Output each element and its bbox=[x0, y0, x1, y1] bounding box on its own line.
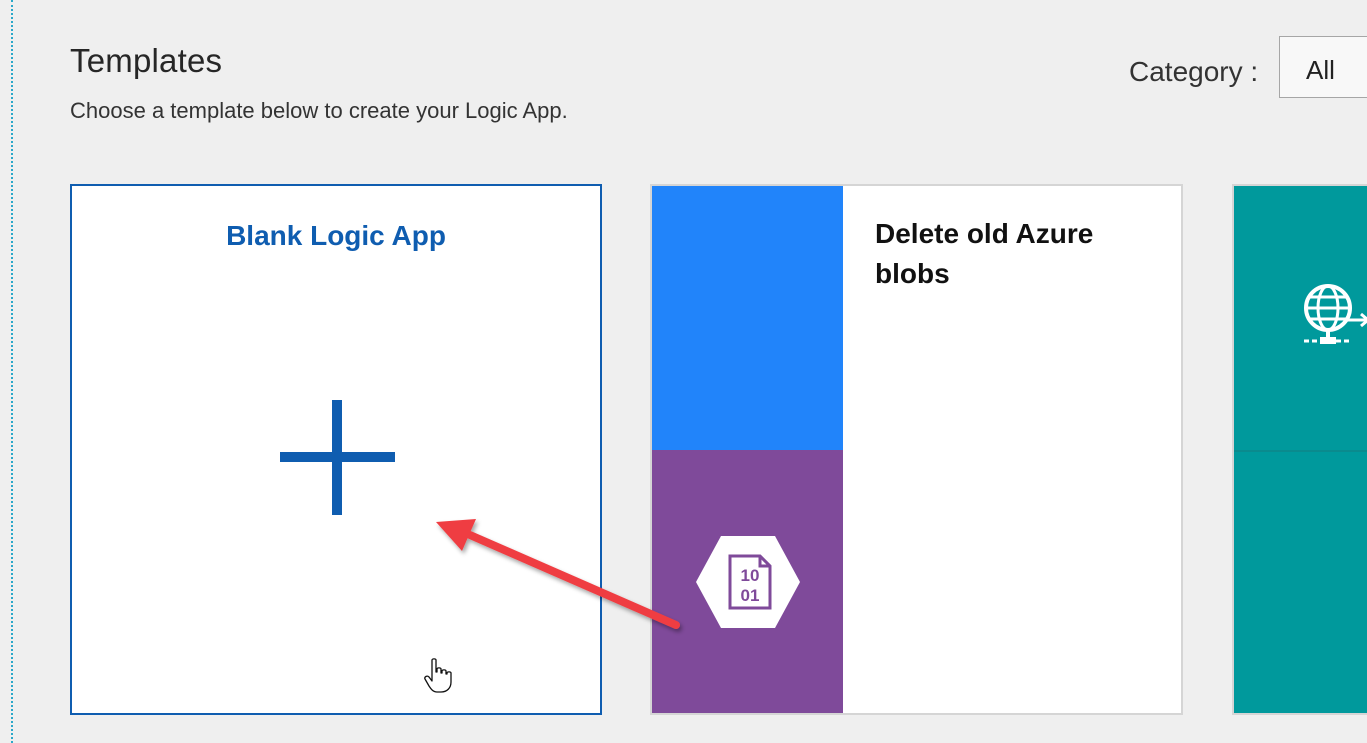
template-card-title: Delete old Azure blobs bbox=[875, 218, 1094, 289]
template-card-delete-old-azure-blobs[interactable]: 10 01 Delete old Azure blobs bbox=[650, 184, 1183, 715]
plus-icon bbox=[280, 400, 395, 515]
blob-icon-digits-bottom: 01 bbox=[741, 586, 760, 605]
blob-icon-digits-top: 10 bbox=[741, 566, 760, 585]
category-dropdown[interactable]: All bbox=[1279, 36, 1367, 98]
category-label: Category : bbox=[1129, 56, 1259, 87]
template-tile-purple: 10 01 bbox=[652, 450, 843, 713]
template-card-blank-logic-app[interactable]: Blank Logic App bbox=[70, 184, 602, 715]
template-tile-divider bbox=[1234, 450, 1367, 452]
template-card-third[interactable] bbox=[1232, 184, 1367, 715]
template-tile-blue bbox=[652, 186, 843, 450]
page-title: Templates bbox=[70, 42, 223, 79]
left-guide-line bbox=[11, 0, 13, 743]
category-selected-value: All bbox=[1306, 55, 1335, 85]
templates-page: Templates Choose a template below to cre… bbox=[0, 0, 1367, 743]
hand-cursor-icon bbox=[424, 658, 452, 693]
page-subtitle: Choose a template below to create your L… bbox=[70, 98, 568, 123]
blob-storage-icon: 10 01 bbox=[696, 536, 800, 628]
template-card-title: Blank Logic App bbox=[226, 220, 446, 251]
globe-icon bbox=[1304, 284, 1367, 344]
